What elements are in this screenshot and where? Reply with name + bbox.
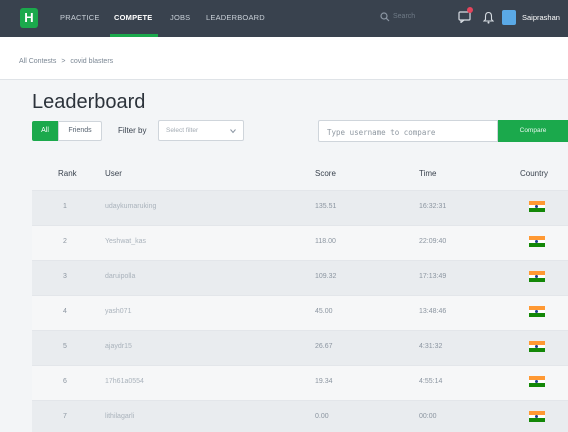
notification-badge [467,7,473,13]
india-flag-icon [529,376,545,387]
india-flag-icon [529,236,545,247]
score-cell: 19.34 [315,378,333,385]
all-button[interactable]: All [32,121,58,141]
time-cell: 17:13:49 [419,273,447,280]
table-row: 4 yash071 45.00 13:48:46 [32,295,568,330]
table-header: Rank User Score Time Country [32,156,568,190]
filter-select[interactable]: Select filter [158,120,244,141]
time-cell: 4:31:32 [419,343,443,350]
score-cell: 26.67 [315,343,333,350]
time-cell: 16:32:31 [419,203,447,210]
table-row: 7 lithilagarli 0.00 00:00 [32,400,568,432]
avatar[interactable] [502,10,516,25]
rank-cell: 4 [63,308,67,315]
hackerrank-logo[interactable]: H [20,8,38,28]
header-time: Time [419,169,437,178]
rank-cell: 6 [63,378,67,385]
rank-cell: 5 [63,343,67,350]
breadcrumb-contest-name[interactable]: covid blasters [70,58,113,65]
bell-icon[interactable] [483,11,494,24]
table-row: 1 udaykumaruking 135.51 16:32:31 [32,190,568,225]
time-cell: 13:48:46 [419,308,447,315]
compare-username-input[interactable]: Type username to compare [318,120,498,142]
nav-jobs[interactable]: JOBS [170,13,190,22]
nav-leaderboard[interactable]: LEADERBOARD [206,13,265,22]
search-placeholder: Search [393,13,416,20]
chevron-down-icon [230,129,236,134]
breadcrumb-bar: All Contests > covid blasters [0,37,568,80]
top-nav: H PRACTICE COMPETE JOBS LEADERBOARD Sear… [0,0,568,37]
friends-button[interactable]: Friends [58,121,102,141]
page-title: Leaderboard [32,91,146,113]
username[interactable]: Saiprashan [522,13,560,22]
user-link[interactable]: daruipolla [105,273,135,280]
table-row: 5 ajaydr15 26.67 4:31:32 [32,330,568,365]
filter-label: Filter by [118,126,147,135]
table-row: 2 Yeshwat_kas 118.00 22:09:40 [32,225,568,260]
score-cell: 118.00 [315,238,336,245]
user-link[interactable]: udaykumaruking [105,203,156,210]
score-cell: 45.00 [315,308,333,315]
time-cell: 00:00 [419,413,437,420]
header-rank: Rank [58,169,77,178]
user-link[interactable]: lithilagarli [105,413,134,420]
rank-cell: 3 [63,273,67,280]
score-cell: 135.51 [315,203,337,210]
nav-compete[interactable]: COMPETE [114,13,153,22]
breadcrumb-all-contests[interactable]: All Contests [19,58,56,65]
time-cell: 22:09:40 [419,238,447,245]
header-score: Score [315,169,336,178]
compare-button[interactable]: Compare [498,120,568,142]
score-cell: 0.00 [315,413,329,420]
table-row: 6 17h61a0554 19.34 4:55:14 [32,365,568,400]
compare-placeholder: Type username to compare [327,128,436,137]
rank-cell: 2 [63,238,67,245]
india-flag-icon [529,201,545,212]
india-flag-icon [529,341,545,352]
user-link[interactable]: ajaydr15 [105,343,132,350]
india-flag-icon [529,411,545,422]
search-icon [380,12,390,22]
india-flag-icon [529,271,545,282]
filter-placeholder: Select filter [166,127,199,134]
leaderboard-table: 1 udaykumaruking 135.51 16:32:31 2 Yeshw… [32,190,568,432]
user-link[interactable]: 17h61a0554 [105,378,144,385]
rank-cell: 7 [63,413,67,420]
time-cell: 4:55:14 [419,378,443,385]
nav-practice[interactable]: PRACTICE [60,13,100,22]
score-cell: 109.32 [315,273,337,280]
user-link[interactable]: Yeshwat_kas [105,238,146,245]
breadcrumb-separator: > [61,58,66,65]
user-link[interactable]: yash071 [105,308,131,315]
header-user: User [105,169,122,178]
header-country: Country [520,169,549,178]
rank-cell: 1 [63,203,67,210]
table-row: 3 daruipolla 109.32 17:13:49 [32,260,568,295]
breadcrumb: All Contests > covid blasters [19,58,116,65]
india-flag-icon [529,306,545,317]
